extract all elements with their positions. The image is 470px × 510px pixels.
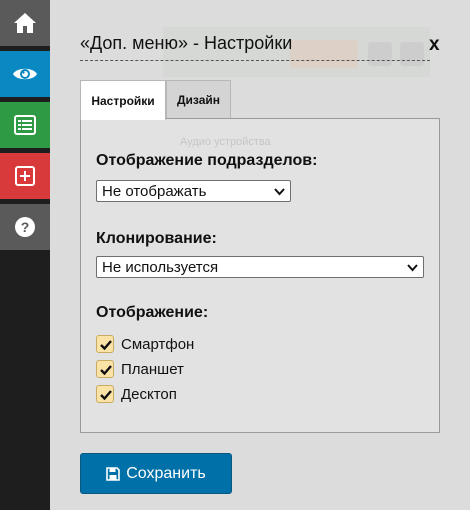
svg-text:?: ? bbox=[21, 219, 30, 235]
subsections-select[interactable]: Не отображать bbox=[96, 180, 291, 202]
eye-icon bbox=[13, 68, 37, 80]
sidebar-home-button[interactable] bbox=[0, 0, 50, 46]
smartphone-label: Смартфон bbox=[121, 335, 195, 353]
check-icon bbox=[100, 340, 112, 351]
sidebar-add-button[interactable] bbox=[0, 153, 50, 199]
sidebar-view-button[interactable] bbox=[0, 51, 50, 97]
desktop-checkbox[interactable] bbox=[96, 385, 114, 403]
display-option-tablet: Планшет bbox=[96, 358, 184, 380]
cloning-label: Клонирование: bbox=[96, 230, 217, 247]
desktop-label: Десктоп bbox=[121, 385, 177, 403]
list-icon bbox=[14, 115, 36, 135]
save-button-label: Сохранить bbox=[126, 464, 206, 482]
title-divider bbox=[80, 60, 430, 61]
background-up-button bbox=[368, 42, 392, 66]
check-icon bbox=[100, 390, 112, 401]
home-icon bbox=[14, 13, 36, 33]
display-option-desktop: Десктоп bbox=[96, 383, 177, 405]
smartphone-checkbox[interactable] bbox=[96, 335, 114, 353]
tab-design[interactable]: Дизайн bbox=[166, 80, 231, 119]
save-button[interactable]: Сохранить bbox=[80, 453, 232, 494]
chevron-down-icon bbox=[274, 188, 285, 196]
cloning-select[interactable]: Не используется bbox=[96, 256, 424, 278]
sidebar-list-button[interactable] bbox=[0, 102, 50, 148]
plus-square-icon bbox=[15, 166, 35, 186]
display-label: Отображение: bbox=[96, 304, 209, 321]
background-edit-button bbox=[290, 40, 358, 68]
cloning-select-value: Не используется bbox=[102, 258, 219, 276]
sidebar: ? bbox=[0, 0, 50, 510]
dialog-title: «Доп. меню» - Настройки bbox=[80, 33, 293, 53]
tablet-label: Планшет bbox=[121, 360, 184, 378]
floppy-disk-icon bbox=[106, 466, 121, 481]
subsections-select-value: Не отображать bbox=[102, 182, 207, 200]
chevron-down-icon bbox=[407, 264, 418, 272]
tab-settings[interactable]: Настройки bbox=[80, 80, 166, 120]
tablet-checkbox[interactable] bbox=[96, 360, 114, 378]
sidebar-help-button[interactable]: ? bbox=[0, 204, 50, 250]
close-button[interactable]: x bbox=[429, 34, 440, 56]
check-icon bbox=[100, 365, 112, 376]
background-delete-button bbox=[400, 42, 424, 66]
background-text: Аудио устройства bbox=[180, 136, 271, 148]
display-option-smartphone: Смартфон bbox=[96, 333, 194, 355]
help-icon: ? bbox=[15, 217, 35, 237]
subsections-label: Отображение подразделов: bbox=[96, 152, 318, 169]
